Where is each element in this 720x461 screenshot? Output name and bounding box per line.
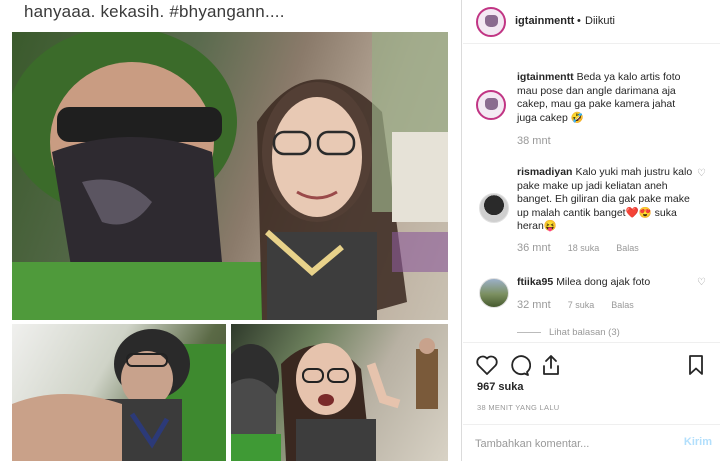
bottom-left-photo-illustration <box>12 329 226 461</box>
comment-username[interactable]: igtainmentt <box>517 71 574 83</box>
comment-avatar[interactable] <box>479 278 509 308</box>
post-header: igtainmentt • Diikuti <box>463 0 720 44</box>
comment-meta: 32 mnt 7 suka Balas <box>517 299 648 311</box>
like-count[interactable]: 967 suka <box>477 381 523 393</box>
comment-meta: 36 mnt 18 suka Balas <box>517 242 653 254</box>
comment-input[interactable] <box>475 435 665 453</box>
comment-avatar[interactable] <box>476 90 506 120</box>
post-details-panel: igtainmentt • Diikuti igtainmentt Beda ya… <box>463 0 720 461</box>
comment-likes[interactable]: 18 suka <box>568 243 600 253</box>
view-replies-label: Lihat balasan (3) <box>549 327 620 338</box>
replies-divider <box>517 331 541 333</box>
comment-body: rismadiyan Kalo yuki mah justru kalo pake… <box>517 166 693 234</box>
post-media: hanyaaa. kekasih. #bhyangann.... <box>0 0 462 461</box>
view-replies-link[interactable]: Lihat balasan (3) <box>517 327 620 338</box>
bottom-right-photo-illustration <box>231 338 438 461</box>
comment-likes[interactable]: 7 suka <box>568 300 595 310</box>
comment-username[interactable]: rismadiyan <box>517 166 572 178</box>
comment-time[interactable]: 36 mnt <box>517 242 551 254</box>
image-caption-text: hanyaaa. kekasih. #bhyangann.... <box>24 2 285 21</box>
comment-like-heart-icon[interactable]: ♡ <box>697 277 706 288</box>
main-photo <box>12 32 448 320</box>
post-comment-button[interactable]: Kirim <box>684 436 712 448</box>
reply-button[interactable]: Balas <box>611 300 634 310</box>
share-icon[interactable] <box>539 353 563 377</box>
comment-avatar[interactable] <box>479 193 509 223</box>
heart-outline-icon[interactable] <box>475 353 499 377</box>
comment-time[interactable]: 38 mnt <box>517 135 551 147</box>
comment-body: igtainmentt Beda ya kalo artis foto mau p… <box>517 71 693 125</box>
comment-like-heart-icon[interactable]: ♡ <box>697 168 706 179</box>
comment-username[interactable]: ftiika95 <box>517 276 553 288</box>
bookmark-icon[interactable] <box>684 353 708 377</box>
comment-time[interactable]: 32 mnt <box>517 299 551 311</box>
action-bar: 967 suka 38 MENIT YANG LALU <box>463 342 720 414</box>
comment-text: Milea dong ajak foto <box>556 276 651 288</box>
bottom-right-photo <box>231 324 448 461</box>
bottom-left-photo <box>12 324 226 461</box>
reply-button[interactable]: Balas <box>616 243 639 253</box>
post-timestamp[interactable]: 38 MENIT YANG LALU <box>477 403 560 412</box>
author-avatar[interactable] <box>476 7 506 37</box>
add-comment-bar: Kirim <box>463 424 720 461</box>
main-photo-illustration <box>12 32 448 320</box>
comment-bubble-icon[interactable] <box>507 353 531 377</box>
follow-status[interactable]: Diikuti <box>585 15 615 27</box>
author-username[interactable]: igtainmentt <box>515 15 574 27</box>
header-separator: • <box>577 15 581 27</box>
comment-body: ftiika95 Milea dong ajak foto <box>517 276 693 290</box>
comment-meta: 38 mnt <box>517 135 565 147</box>
